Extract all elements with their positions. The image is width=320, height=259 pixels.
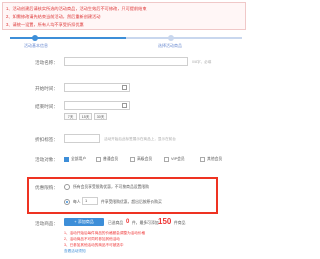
notice-box: 1、活动创建后请核实所选的活动商品，活动生效后不可修改，只可提前结束 2、如需修… (2, 2, 246, 30)
goods-count-mid: 件，最多可添加 (132, 221, 159, 225)
goods-count-max: 150 (158, 217, 172, 226)
step2-dot (168, 35, 174, 41)
checkbox-normal[interactable] (96, 157, 101, 162)
step-line-pending (126, 37, 242, 39)
discount-tag-label: 折扣标签： (35, 137, 58, 142)
activity-name-label: 活动名称： (35, 60, 58, 65)
goods-count-selected: 0 (126, 219, 130, 225)
bottom-note: 1、活动开始后每件商品的价格都会调整为活动价格 (64, 231, 146, 235)
goods-count-prefix: 已选商品 (108, 221, 124, 225)
notice-line: 2、如需修改请先结束当前活动，然后重新创建活动 (6, 14, 101, 19)
calendar-icon[interactable] (122, 103, 127, 108)
start-time-label: 开始时间： (35, 86, 58, 91)
notice-line: 3、请统一设置，所有人均不享受折扣优惠 (6, 22, 84, 27)
checkbox-label: 其他会员 (207, 157, 223, 161)
calendar-icon[interactable] (122, 85, 127, 90)
add-goods-button[interactable]: + 添加商品 (64, 218, 104, 226)
checkbox-other[interactable] (200, 157, 205, 162)
step-progress: 活动基本信息 选择活动商品 (10, 35, 242, 48)
limit-highlight-box (27, 177, 218, 214)
checkbox-label: 普通会员 (103, 157, 119, 161)
day-15-button[interactable]: 15天 (79, 113, 92, 120)
step1-dot (32, 35, 38, 41)
checkbox-senior[interactable] (130, 157, 135, 162)
limit-option-1-text: 所有会员享受限购优惠，不可按商品设置限购 (73, 185, 149, 189)
step-line-done (10, 37, 126, 39)
limit-radio-2[interactable] (64, 199, 70, 205)
discount-tag-input[interactable] (64, 134, 100, 143)
day-shortcuts: 7天 15天 30天 (64, 113, 124, 121)
limit-radio-1[interactable] (64, 184, 70, 190)
notice-line: 1、活动创建后请核实所选的活动商品，活动生效后不可修改，只可提前结束 (6, 6, 147, 11)
step2-label: 选择活动商品 (158, 43, 182, 48)
limit-option-2-suffix: 件享受限购优惠，超出后按原价购买 (101, 200, 162, 204)
bottom-link[interactable]: 查看活动须知 (64, 249, 86, 254)
checkbox-label: 全部用户 (71, 157, 87, 161)
checkbox-vip[interactable] (164, 157, 169, 162)
activity-name-input[interactable] (64, 57, 188, 66)
limit-quantity-input[interactable]: 1 (82, 197, 98, 205)
day-7-button[interactable]: 7天 (64, 113, 77, 120)
checkbox-label: 高级会员 (137, 157, 153, 161)
limit-label: 优惠限购： (35, 185, 58, 190)
limit-option-2-prefix: 每人 (73, 200, 81, 204)
bottom-note: 2、活动商品不可同时参加其他活动 (64, 237, 120, 241)
bottom-note: 3、已参加其他活动的商品不可被选中 (64, 243, 124, 247)
discount-tag-hint: 活动开始后此标签展示在商品上，显示在前台 (104, 137, 176, 141)
end-time-input[interactable] (64, 101, 130, 110)
activity-name-hint: 0/8字，必填 (192, 60, 212, 64)
user-group-label: 活动对象： (35, 157, 58, 162)
end-time-label: 结束时间： (35, 104, 58, 109)
step1-label: 活动基本信息 (24, 43, 48, 48)
goods-count-suffix: 件商品 (174, 221, 186, 225)
start-time-input[interactable] (64, 83, 130, 92)
day-30-button[interactable]: 30天 (94, 113, 107, 120)
goods-label: 活动商品： (35, 221, 58, 226)
checkbox-label: VIP会员 (171, 157, 185, 161)
checkbox-all-users[interactable] (64, 157, 69, 162)
